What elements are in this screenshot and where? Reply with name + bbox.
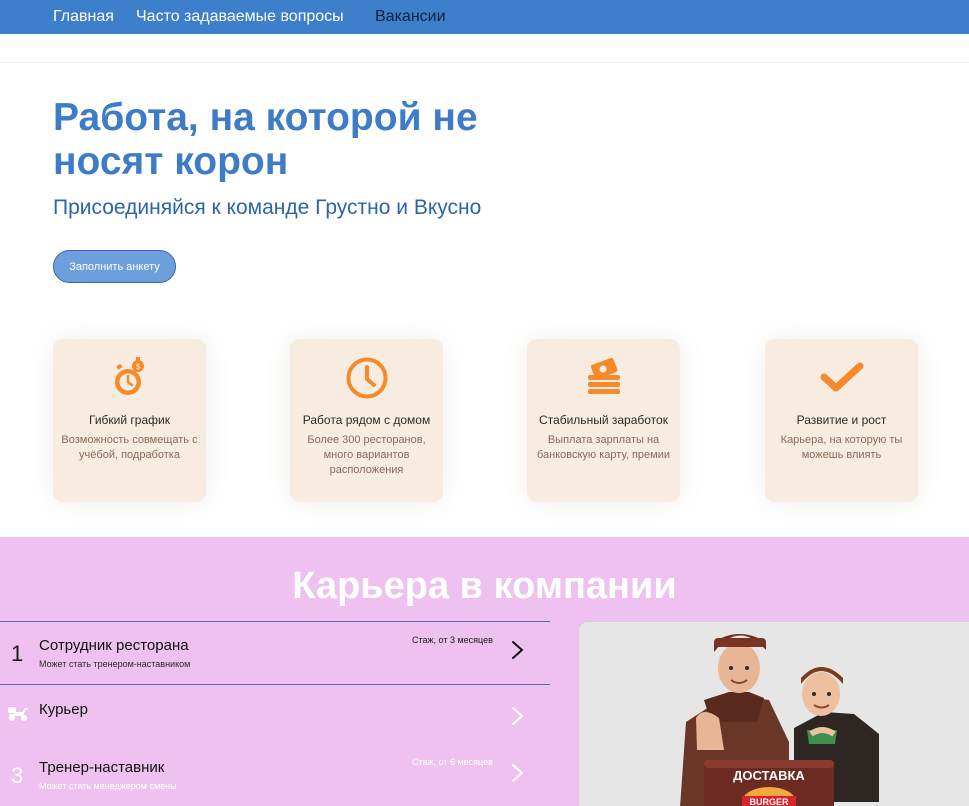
divider bbox=[0, 62, 969, 63]
job-subtitle: Может стать менеджером смены bbox=[39, 781, 177, 791]
nav-link-vacancies[interactable]: Вакансии bbox=[375, 8, 446, 26]
career-title: Карьера в компании bbox=[292, 565, 677, 607]
benefit-description: Выплата зарплаты на банковскую карту, пр… bbox=[536, 434, 671, 461]
clock-icon bbox=[346, 357, 387, 399]
benefit-card-near-home: Работа рядом с домом Более 300 ресторано… bbox=[290, 339, 443, 502]
bag-label: ДОСТАВКА bbox=[733, 768, 805, 783]
hero-title: Работа, на которой не носят корон bbox=[53, 96, 478, 183]
job-item-restaurant-staff[interactable]: 1 Сотрудник ресторана Может стать тренер… bbox=[0, 621, 550, 681]
job-experience: Стаж, от 3 месяцев bbox=[412, 635, 493, 645]
job-number: 1 bbox=[11, 641, 24, 666]
stopwatch-icon: $ bbox=[114, 357, 144, 395]
svg-text:$: $ bbox=[135, 362, 140, 371]
job-experience: Стаж, от 6 месяцев bbox=[412, 757, 493, 767]
job-item-trainer[interactable]: 3 Тренер-наставник Может стать менеджеро… bbox=[0, 743, 550, 803]
benefit-title: Стабильный заработок bbox=[539, 413, 668, 427]
chevron-right-icon[interactable] bbox=[508, 640, 526, 660]
benefit-title: Работа рядом с домом bbox=[302, 413, 431, 427]
benefit-description: Карьера, на которую ты можешь влиять bbox=[780, 434, 903, 461]
scooter-icon bbox=[8, 707, 28, 721]
top-navigation: Главная Часто задаваемые вопросы Ваканси… bbox=[0, 0, 969, 34]
nav-link-home[interactable]: Главная bbox=[53, 8, 114, 26]
job-number: 3 bbox=[11, 763, 24, 788]
job-title: Курьер bbox=[39, 701, 88, 718]
benefit-description: Более 300 ресторанов, много вариантов ра… bbox=[307, 434, 426, 476]
burger-logo-text: BURGER bbox=[749, 797, 789, 806]
fill-form-button[interactable]: Заполнить анкету bbox=[53, 250, 176, 283]
benefit-title: Гибкий график bbox=[89, 413, 170, 427]
benefit-card-flexible: $ Гибкий график Возможность совмещать с … bbox=[53, 339, 206, 502]
money-icon bbox=[587, 357, 620, 394]
nav-link-faq[interactable]: Часто задаваемые вопросы bbox=[136, 8, 344, 26]
hero-subtitle: Присоединяйся к команде Грустно и Вкусно bbox=[53, 196, 482, 219]
chevron-right-icon[interactable] bbox=[508, 706, 526, 726]
job-item-courier[interactable]: Курьер bbox=[0, 685, 550, 745]
benefit-description: Возможность совмещать с учёбой, подработ… bbox=[61, 434, 198, 461]
job-title: Тренер-наставник bbox=[39, 759, 165, 776]
career-section: Карьера в компании 1 Сотрудник ресторана… bbox=[0, 537, 969, 806]
chevron-right-icon[interactable] bbox=[508, 763, 526, 783]
checkmark-icon bbox=[820, 362, 863, 392]
employees-photo: ДОСТАВКА BURGER bbox=[578, 621, 969, 806]
benefit-card-salary: Стабильный заработок Выплата зарплаты на… bbox=[527, 339, 680, 502]
job-subtitle: Может стать тренером-наставником bbox=[39, 659, 191, 669]
employees-illustration: ДОСТАВКА BURGER bbox=[579, 622, 969, 806]
benefit-card-growth: Развитие и рост Карьера, на которую ты м… bbox=[765, 339, 918, 502]
benefit-title: Развитие и рост bbox=[796, 413, 887, 427]
job-title: Сотрудник ресторана bbox=[39, 637, 189, 654]
